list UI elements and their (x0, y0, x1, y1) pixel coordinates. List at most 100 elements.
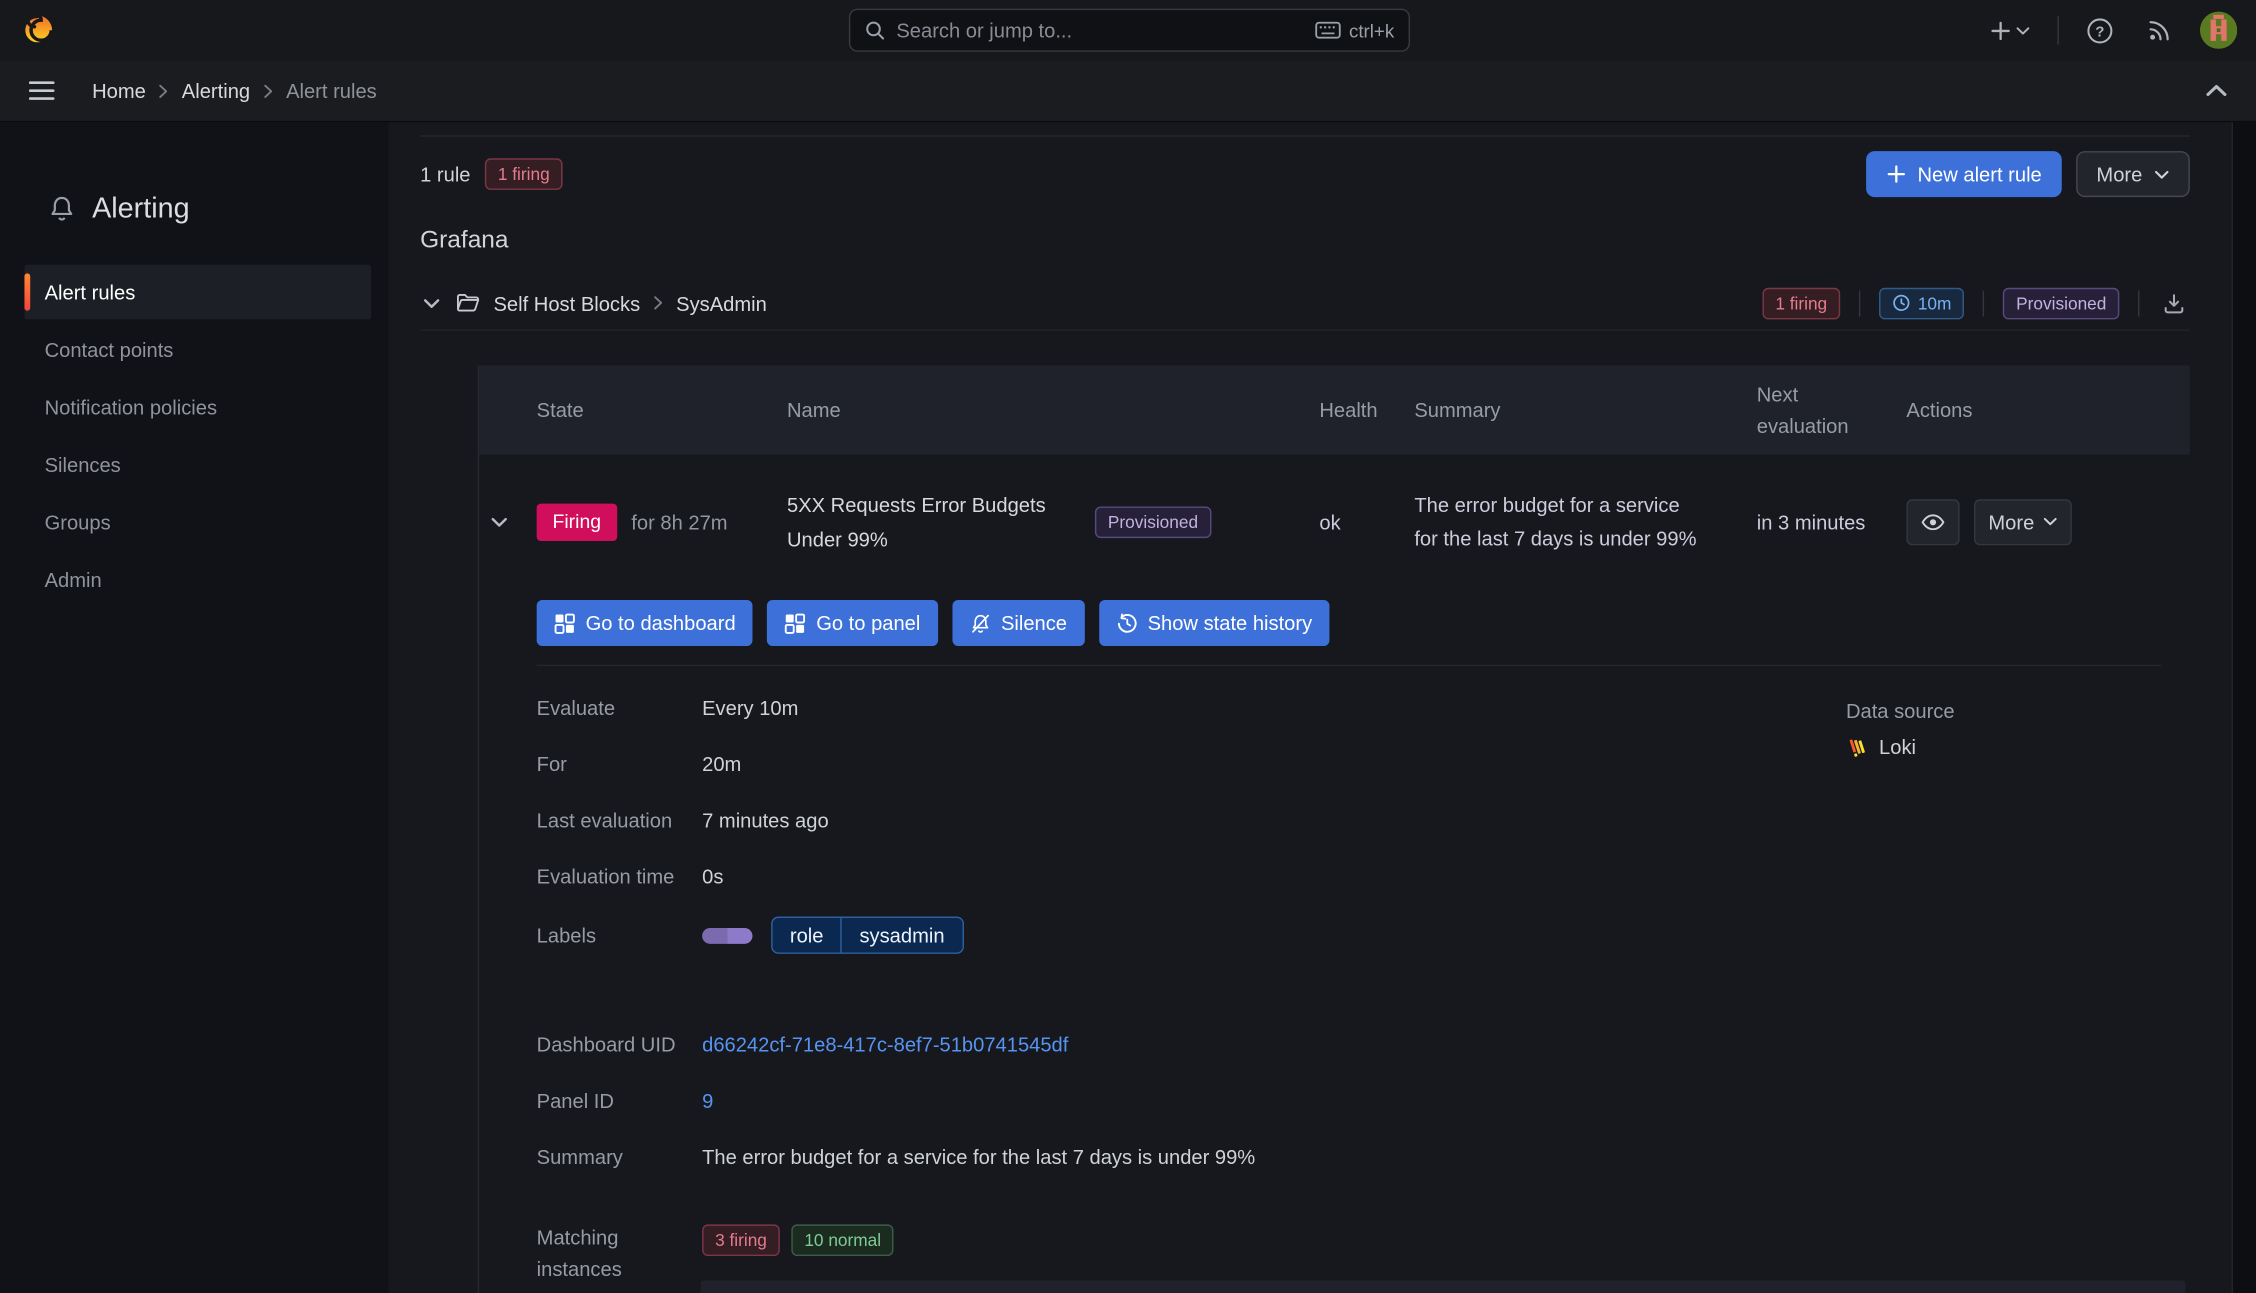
field-label: Evaluation time (536, 864, 675, 888)
separator (1983, 289, 1985, 316)
rule-row: Firing for 8h 27m 5XX Requests Error Bud… (479, 455, 2190, 589)
cell-name: 5XX Requests Error Budgets Under 99% Pro… (770, 487, 1302, 556)
collapse-section-button[interactable] (2200, 78, 2233, 104)
header-name: Name (787, 398, 841, 422)
cell-summary: The error budget for a service for the l… (1414, 493, 1697, 549)
rss-icon (2149, 21, 2169, 41)
new-alert-rule-button[interactable]: New alert rule (1865, 151, 2062, 198)
row-collapse-button[interactable] (488, 513, 511, 530)
show-state-history-label: Show state history (1147, 611, 1313, 635)
keyboard-icon (1314, 21, 1341, 39)
news-button[interactable] (2141, 12, 2178, 49)
group-firing-badge: 1 firing (1762, 287, 1841, 319)
history-icon (1117, 612, 1137, 632)
clock-icon (1893, 294, 1910, 311)
top-bar: Search or jump to... ctrl+k ? (0, 0, 2256, 61)
field-label: Matching instances (536, 1225, 622, 1281)
silence-button[interactable]: Silence (952, 599, 1085, 647)
go-to-dashboard-label: Go to dashboard (585, 611, 736, 635)
sidebar-item-label: Notification policies (44, 395, 218, 419)
bell-slash-icon (971, 614, 989, 632)
field-labels: Labels role sysadmin (537, 916, 2190, 954)
field-label: Last evaluation (536, 808, 673, 832)
content-inner: 1 rule 1 firing New alert rule More Graf… (420, 122, 2190, 1293)
sidebar-item-admin[interactable]: Admin (24, 552, 371, 607)
sidebar-item-label: Contact points (44, 338, 174, 362)
more-actions-button[interactable]: More (2076, 151, 2190, 198)
add-new-button[interactable] (1984, 14, 2036, 47)
view-rule-button[interactable] (1906, 498, 1960, 545)
data-source-block: Data source Loki (1846, 695, 1955, 758)
matching-firing-badge: 3 firing (702, 1224, 780, 1257)
grafana-logo[interactable] (19, 11, 56, 49)
rule-group-row: Self Host Blocks SysAdmin 1 firing 10m P… (420, 276, 2190, 331)
sidebar-item-alert-rules[interactable]: Alert rules (24, 264, 372, 320)
scrollbar-track[interactable] (2231, 122, 2256, 1293)
field-evaluation-time: Evaluation time 0s (537, 860, 2190, 892)
detail-buttons: Go to dashboard Go to panel Silence Show… (536, 599, 2190, 647)
sidebar-item-silences[interactable]: Silences (24, 437, 371, 492)
group-expand-button[interactable] (420, 294, 443, 311)
search-shortcut: ctrl+k (1314, 19, 1394, 41)
table-header-row: State Name Health Summary Next evaluatio… (479, 365, 2190, 455)
breadcrumb: Home Alerting Alert rules (92, 79, 377, 102)
field-label: Dashboard UID (536, 1033, 676, 1057)
breadcrumb-alerting[interactable]: Alerting (182, 79, 250, 102)
group-interval-badge: 10m (1878, 287, 1965, 319)
grafana-app: Search or jump to... ctrl+k ? Home Alert… (0, 0, 2256, 1293)
field-value: Every 10m (702, 696, 799, 720)
chevron-down-icon (2155, 170, 2169, 178)
cell-actions: More (1889, 498, 2190, 545)
sidebar-item-notification-policies[interactable]: Notification policies (24, 380, 371, 435)
export-group-button[interactable] (2158, 287, 2190, 319)
chevron-down-icon (2016, 26, 2030, 34)
field-value: 7 minutes ago (702, 808, 829, 832)
breadcrumb-home[interactable]: Home (92, 79, 146, 102)
sidebar-title-alerting[interactable]: Alerting (47, 188, 388, 228)
sidebar-item-contact-points[interactable]: Contact points (24, 322, 371, 377)
header-state: State (536, 398, 584, 422)
field-summary: Summary The error budget for a service f… (537, 1141, 2190, 1173)
dashboard-uid-link[interactable]: d66242cf-71e8-417c-8ef7-51b0741545df (702, 1033, 1068, 1056)
search-icon (866, 21, 885, 40)
go-to-panel-button[interactable]: Go to panel (767, 599, 938, 647)
avatar[interactable] (2199, 11, 2238, 49)
field-panel-id: Panel ID 9 (537, 1085, 2190, 1117)
field-last-evaluation: Last evaluation 7 minutes ago (537, 804, 2190, 836)
go-to-panel-label: Go to panel (816, 611, 921, 635)
firing-state-badge: Firing (536, 502, 617, 541)
panel-id-link[interactable]: 9 (702, 1089, 713, 1112)
cell-health: ok (1319, 510, 1341, 534)
field-matching-instances: Matching instances 3 firing 10 normal (537, 1222, 2190, 1285)
firing-duration: for 8h 27m (631, 510, 728, 534)
more-label: More (2096, 162, 2143, 186)
sidebar-title-label: Alerting (92, 192, 190, 224)
mega-menu-toggle[interactable] (23, 75, 60, 107)
group-provisioned-badge: Provisioned (2003, 287, 2120, 319)
detail-fields-annotations: Dashboard UID d66242cf-71e8-417c-8ef7-51… (537, 1029, 2190, 1285)
help-button[interactable]: ? (2080, 11, 2119, 50)
svg-text:?: ? (2095, 23, 2104, 40)
hamburger-icon (28, 81, 55, 100)
show-state-history-button[interactable]: Show state history (1098, 599, 1330, 647)
data-source-name: Loki (1879, 735, 1917, 759)
field-value: The error budget for a service for the l… (702, 1145, 1256, 1169)
separator (1858, 289, 1861, 316)
angle-right-icon (159, 84, 168, 98)
row-more-button[interactable]: More (1974, 498, 2072, 545)
search-input[interactable]: Search or jump to... ctrl+k (848, 8, 1411, 52)
rules-header: 1 rule 1 firing New alert rule More (420, 151, 2190, 198)
sidebar-item-groups[interactable]: Groups (24, 495, 371, 550)
group-folder-link[interactable]: Self Host Blocks (494, 291, 641, 314)
label-color-pill (702, 927, 753, 944)
go-to-dashboard-button[interactable]: Go to dashboard (536, 599, 753, 647)
header-actions: Actions (1906, 398, 1973, 422)
label-value: sysadmin (859, 923, 945, 947)
header-next-evaluation: Next evaluation (1756, 382, 1849, 438)
data-source-value: Loki (1846, 735, 1955, 758)
avatar-image (2199, 11, 2238, 49)
chevron-down-icon (423, 298, 440, 308)
rule-name: 5XX Requests Error Budgets Under 99% (787, 492, 1046, 551)
breadcrumb-bar: Home Alerting Alert rules (0, 60, 2256, 123)
angle-right-icon (263, 84, 272, 98)
